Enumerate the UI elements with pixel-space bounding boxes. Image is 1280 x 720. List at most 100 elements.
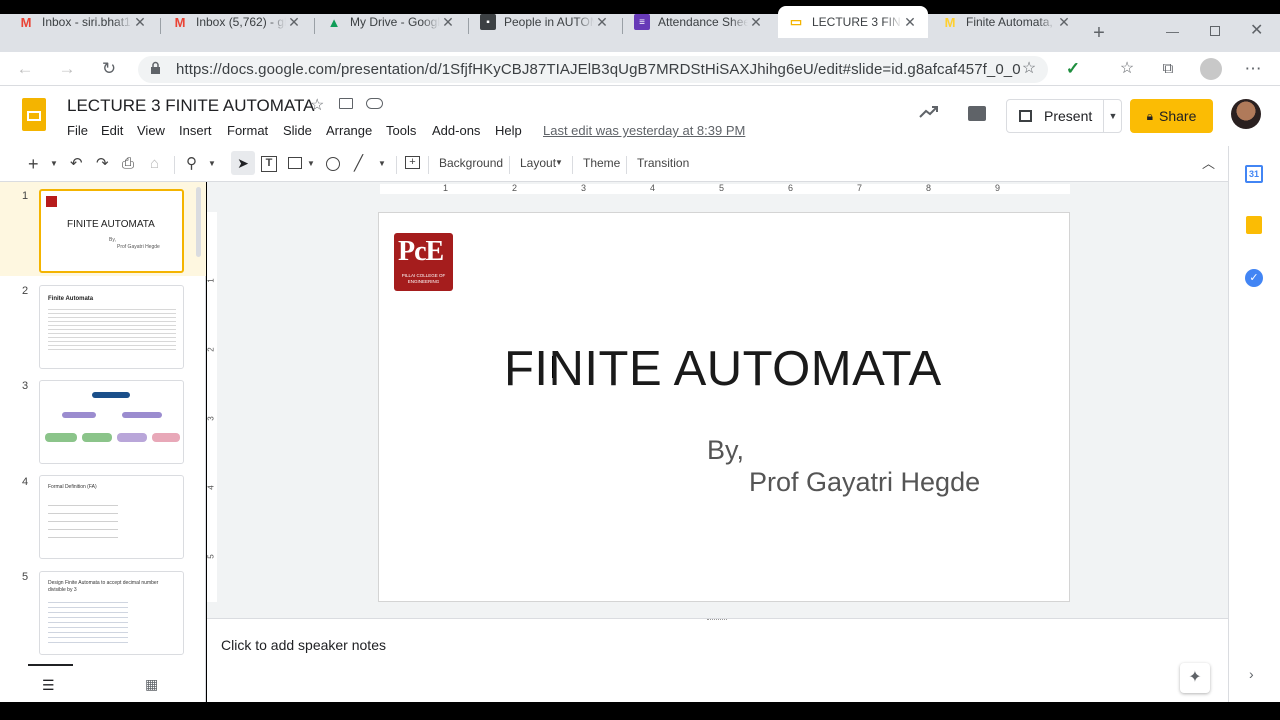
present-dropdown-icon[interactable]: ▼ bbox=[1103, 100, 1122, 132]
keep-icon[interactable] bbox=[1246, 216, 1262, 234]
collapse-toolbar-icon[interactable]: ︿ bbox=[1202, 154, 1215, 174]
text-box-icon[interactable]: T bbox=[261, 156, 277, 172]
browser-tab[interactable]: M Inbox (5,762) - gh ✕ bbox=[162, 6, 312, 38]
speaker-notes-panel[interactable]: Click to add speaker notes ✦ bbox=[207, 618, 1228, 702]
lock-icon bbox=[150, 61, 160, 74]
new-slide-dropdown-icon[interactable]: ▼ bbox=[50, 154, 58, 174]
browser-tab[interactable]: ▭ LECTURE 3 FINITE✕ bbox=[778, 6, 928, 38]
close-tab-icon[interactable]: ✕ bbox=[286, 14, 302, 31]
move-folder-icon[interactable] bbox=[339, 98, 353, 109]
activity-trend-icon[interactable] bbox=[918, 104, 940, 120]
speaker-notes-placeholder[interactable]: Click to add speaker notes bbox=[221, 637, 386, 653]
back-button[interactable]: ← bbox=[14, 58, 36, 80]
ruler-tick-label: 3 bbox=[581, 183, 587, 193]
cloud-status-icon[interactable] bbox=[366, 98, 383, 109]
calendar-icon[interactable]: 31 bbox=[1245, 165, 1263, 183]
menu-slide[interactable]: Slide bbox=[283, 123, 312, 138]
line-dropdown-icon[interactable]: ▼ bbox=[378, 154, 386, 174]
last-edit-link[interactable]: Last edit was yesterday at 8:39 PM bbox=[543, 123, 745, 138]
transition-button[interactable]: Transition bbox=[637, 156, 689, 170]
menu-insert[interactable]: Insert bbox=[179, 123, 212, 138]
browser-tab[interactable]: ≡ Attendance Sheet ✕ bbox=[624, 6, 774, 38]
expand-panel-icon[interactable]: › bbox=[1249, 666, 1254, 682]
profile-avatar[interactable] bbox=[1200, 58, 1222, 80]
image-dropdown-icon[interactable]: ▼ bbox=[307, 154, 315, 174]
bookmark-star-icon[interactable]: ☆ bbox=[1018, 58, 1040, 80]
layout-button[interactable]: Layout bbox=[520, 156, 556, 170]
extension-check-icon[interactable]: ✓ bbox=[1062, 58, 1084, 80]
redo-icon[interactable]: ↷ bbox=[96, 154, 109, 174]
line-icon[interactable]: ╱ bbox=[354, 154, 363, 174]
add-comment-icon[interactable]: + bbox=[405, 156, 420, 169]
slide-thumbnail-3[interactable] bbox=[39, 380, 184, 464]
slides-logo-icon[interactable] bbox=[22, 98, 46, 131]
slide-thumbnail-1[interactable]: FINITE AUTOMATA By, Prof Gayatri Hegde bbox=[39, 189, 184, 273]
new-slide-icon[interactable]: + bbox=[28, 154, 39, 174]
browser-tab[interactable]: ▪ People in AUTOM ✕ bbox=[470, 6, 620, 38]
zoom-icon[interactable]: ⚲ bbox=[186, 154, 197, 174]
filmstrip-view-icon[interactable]: ☰ bbox=[42, 677, 55, 694]
slide-canvas-area: 1 2 3 4 5 6 7 8 9 1 2 3 4 5 PcE PILLAI COLLEGE OF EN… bbox=[207, 182, 1228, 618]
close-tab-icon[interactable]: ✕ bbox=[1056, 14, 1072, 31]
menu-tools[interactable]: Tools bbox=[386, 123, 416, 138]
collections-icon[interactable]: ⧉ bbox=[1157, 58, 1179, 80]
new-tab-button[interactable]: + bbox=[1088, 22, 1110, 44]
slide-thumbnail-5[interactable]: Design Finite Automata to accept decimal… bbox=[39, 571, 184, 655]
slide-thumbnail-4[interactable]: Formal Definition (FA) bbox=[39, 475, 184, 559]
tab-separator bbox=[160, 18, 161, 34]
comment-icon[interactable] bbox=[968, 106, 986, 121]
filmstrip-scrollbar[interactable] bbox=[196, 187, 201, 257]
omnibox[interactable]: https://docs.google.com/presentation/d/1… bbox=[138, 56, 1048, 83]
menu-format[interactable]: Format bbox=[227, 123, 268, 138]
share-button[interactable]: 🔒︎ Share bbox=[1130, 99, 1213, 133]
forward-button[interactable]: → bbox=[56, 58, 78, 80]
close-tab-icon[interactable]: ✕ bbox=[440, 14, 456, 31]
menu-edit[interactable]: Edit bbox=[101, 123, 123, 138]
grid-view-icon[interactable]: ▦ bbox=[145, 676, 158, 693]
star-icon[interactable]: ☆ bbox=[310, 95, 324, 115]
zoom-dropdown-icon[interactable]: ▼ bbox=[208, 154, 216, 174]
select-tool-icon[interactable]: ➤ bbox=[231, 151, 255, 175]
notes-resize-handle[interactable] bbox=[707, 619, 727, 622]
present-button[interactable]: Present ▼ bbox=[1006, 99, 1122, 133]
restore-button[interactable] bbox=[1210, 26, 1220, 36]
explore-icon[interactable]: ✦ bbox=[1180, 663, 1210, 693]
close-tab-icon[interactable]: ✕ bbox=[748, 14, 764, 31]
close-window-button[interactable]: ✕ bbox=[1250, 20, 1263, 40]
layout-dropdown-icon[interactable]: ▼ bbox=[555, 158, 563, 167]
minimize-button[interactable]: — bbox=[1166, 24, 1179, 39]
print-icon[interactable]: ⎙ bbox=[122, 154, 134, 174]
more-menu-icon[interactable]: ⋯ bbox=[1242, 58, 1264, 80]
image-icon[interactable] bbox=[288, 157, 302, 169]
slide-1-canvas[interactable]: PcE PILLAI COLLEGE OF ENGINEERING FINITE… bbox=[378, 212, 1070, 602]
shape-icon[interactable] bbox=[326, 157, 340, 171]
undo-icon[interactable]: ↶ bbox=[70, 154, 83, 174]
slide-by-text[interactable]: By, bbox=[707, 435, 744, 466]
menu-view[interactable]: View bbox=[137, 123, 165, 138]
reload-button[interactable]: ↻ bbox=[98, 58, 120, 80]
favorites-icon[interactable]: ☆ bbox=[1116, 58, 1138, 80]
tasks-icon[interactable]: ✓ bbox=[1245, 269, 1263, 287]
document-title[interactable]: LECTURE 3 FINITE AUTOMATA bbox=[67, 96, 314, 116]
classroom-icon: ▪ bbox=[480, 14, 496, 30]
browser-tab[interactable]: M Finite Automata, C ✕ bbox=[932, 6, 1082, 38]
browser-tab[interactable]: ▲ My Drive - Google ✕ bbox=[316, 6, 466, 38]
diagram-node bbox=[122, 412, 162, 418]
close-tab-icon[interactable]: ✕ bbox=[594, 14, 610, 31]
user-avatar[interactable] bbox=[1231, 99, 1261, 129]
close-tab-icon[interactable]: ✕ bbox=[902, 14, 918, 31]
thumb-body-lines bbox=[48, 306, 176, 350]
slide-title[interactable]: FINITE AUTOMATA bbox=[504, 341, 942, 397]
slide-author[interactable]: Prof Gayatri Hegde bbox=[749, 467, 980, 498]
browser-tab[interactable]: M Inbox - siri.bhat15 ✕ bbox=[8, 6, 158, 38]
close-tab-icon[interactable]: ✕ bbox=[132, 14, 148, 31]
menu-file[interactable]: File bbox=[67, 123, 88, 138]
background-button[interactable]: Background bbox=[439, 156, 503, 170]
menu-arrange[interactable]: Arrange bbox=[326, 123, 372, 138]
menu-help[interactable]: Help bbox=[495, 123, 522, 138]
paint-format-icon[interactable]: ⌂ bbox=[150, 154, 159, 174]
menu-addons[interactable]: Add-ons bbox=[432, 123, 480, 138]
theme-button[interactable]: Theme bbox=[583, 156, 620, 170]
slide-thumbnail-2[interactable]: Finite Automata bbox=[39, 285, 184, 369]
slides-header: LECTURE 3 FINITE AUTOMATA ☆ File Edit Vi… bbox=[0, 86, 1280, 146]
